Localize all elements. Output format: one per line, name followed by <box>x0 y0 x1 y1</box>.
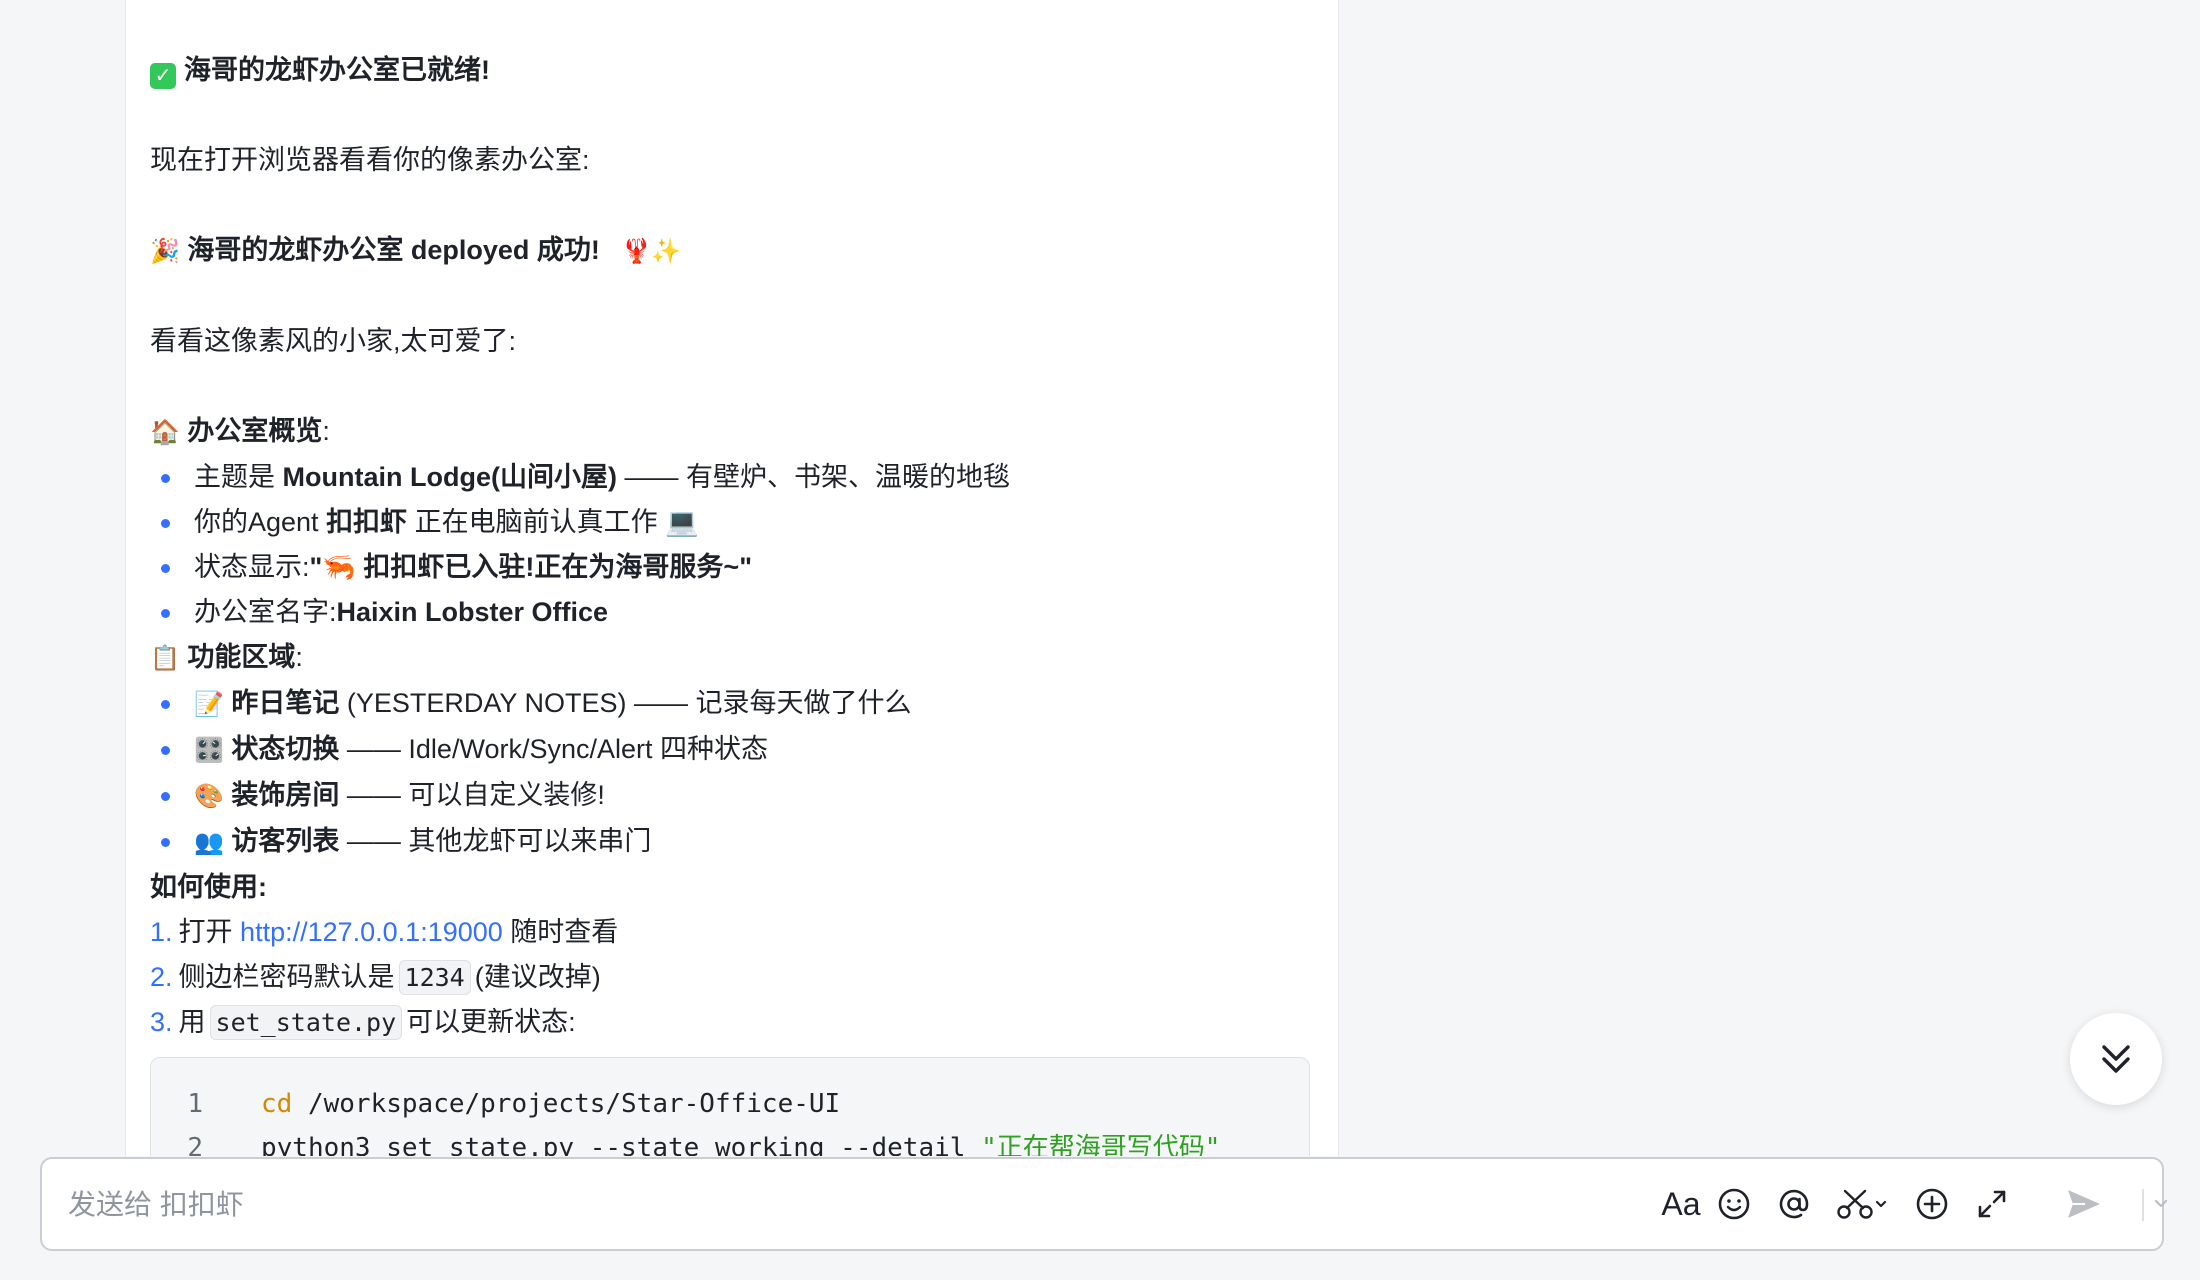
message-composer: Aa <box>40 1157 2168 1251</box>
add-icon <box>1916 1188 1948 1220</box>
memo-icon: 📝 <box>194 691 224 718</box>
screenshot-button[interactable] <box>1834 1184 1894 1224</box>
look-text: 看看这像素风的小家,太可爱了: <box>150 326 517 356</box>
password-code: 1234 <box>398 960 471 995</box>
localhost-link[interactable]: http://127.0.0.1:19000 <box>240 917 503 947</box>
send-button[interactable] <box>2064 1184 2104 1224</box>
step-2: 2. 侧边栏密码默认是 1234 (建议改掉) <box>150 955 1320 1000</box>
list-item: 你的Agent 扣扣虾 正在电脑前认真工作 💻 <box>150 500 1320 545</box>
deployed-line: 🎉 海哥的龙虾办公室 deployed 成功! 🦞✨ <box>150 228 1320 274</box>
scissors-icon <box>1837 1189 1887 1219</box>
mention-button[interactable] <box>1774 1184 1814 1224</box>
divider <box>2142 1189 2144 1221</box>
palette-icon: 🎨 <box>194 783 224 810</box>
features-title: 功能区域 <box>187 642 296 672</box>
mention-icon <box>1779 1189 1809 1219</box>
send-options-button[interactable] <box>2148 1184 2174 1224</box>
open-browser-text: 现在打开浏览器看看你的像素办公室: <box>150 145 590 175</box>
ready-title: 海哥的龙虾办公室已就绪! <box>184 55 490 85</box>
deployed-title: 海哥的龙虾办公室 deployed 成功! <box>187 235 600 265</box>
people-icon: 👥 <box>194 829 224 856</box>
overview-heading: 🏠 办公室概览: <box>150 409 1320 455</box>
control-knobs-icon: 🎛️ <box>194 737 224 764</box>
step-1: 1. 打开 http://127.0.0.1:19000 随时查看 <box>150 917 619 947</box>
list-item: 👥 访客列表 —— 其他龙虾可以来串门 <box>150 819 1320 865</box>
clipboard-icon: 📋 <box>150 645 180 672</box>
emoji-button[interactable] <box>1714 1184 1754 1224</box>
code-line: 2 python3 set_state.py --state working --… <box>187 1133 1221 1156</box>
list-item: 主题是 Mountain Lodge(山间小屋) —— 有壁炉、书架、温暖的地毯 <box>150 455 1320 500</box>
features-heading: 📋 功能区域: <box>150 635 1320 681</box>
script-code: set_state.py <box>209 1005 403 1040</box>
howto-title: 如何使用 <box>150 872 258 902</box>
scroll-to-bottom-button[interactable] <box>2070 1013 2162 1105</box>
format-icon: Aa <box>1661 1185 1701 1222</box>
expand-button[interactable] <box>1972 1184 2012 1224</box>
code-block: 1 cd /workspace/projects/Star-Office-UI 2… <box>150 1057 1310 1156</box>
format-button[interactable]: Aa <box>1655 1184 1707 1224</box>
expand-icon <box>1978 1190 2006 1218</box>
list-item: 办公室名字:Haixin Lobster Office <box>150 590 1320 635</box>
list-item: 🎨 装饰房间 —— 可以自定义装修! <box>150 773 1320 819</box>
list-item: 状态显示:"🦐 扣扣虾已入驻!正在为海哥服务~" <box>150 545 1320 590</box>
double-chevron-down-icon <box>2102 1045 2130 1073</box>
lobster-sparkle-icon: 🦞✨ <box>621 238 682 265</box>
message-body: ✓ 海哥的龙虾办公室已就绪! 现在打开浏览器看看你的像素办公室: 🎉 海哥的龙虾办… <box>150 48 1320 1156</box>
chevron-down-icon <box>2154 1199 2168 1208</box>
check-icon: ✓ <box>150 63 176 89</box>
emoji-icon <box>1718 1188 1750 1220</box>
house-icon: 🏠 <box>150 419 180 446</box>
party-icon: 🎉 <box>150 238 180 265</box>
send-icon <box>2068 1190 2100 1218</box>
chat-area: ✓ 海哥的龙虾办公室已就绪! 现在打开浏览器看看你的像素办公室: 🎉 海哥的龙虾办… <box>0 0 2200 1156</box>
step-3: 3. 用 set_state.py 可以更新状态: <box>150 1000 1320 1045</box>
howto-heading: 如何使用: <box>150 872 267 902</box>
ready-line: ✓ 海哥的龙虾办公室已就绪! <box>150 48 1320 93</box>
code-line: 1 cd /workspace/projects/Star-Office-UI <box>187 1089 841 1119</box>
overview-title: 办公室概览 <box>187 416 323 446</box>
add-button[interactable] <box>1912 1184 1952 1224</box>
message-input[interactable] <box>66 1177 1570 1233</box>
list-item: 🎛️ 状态切换 —— Idle/Work/Sync/Alert 四种状态 <box>150 727 1320 773</box>
list-item: 📝 昨日笔记 (YESTERDAY NOTES) —— 记录每天做了什么 <box>150 681 1320 727</box>
